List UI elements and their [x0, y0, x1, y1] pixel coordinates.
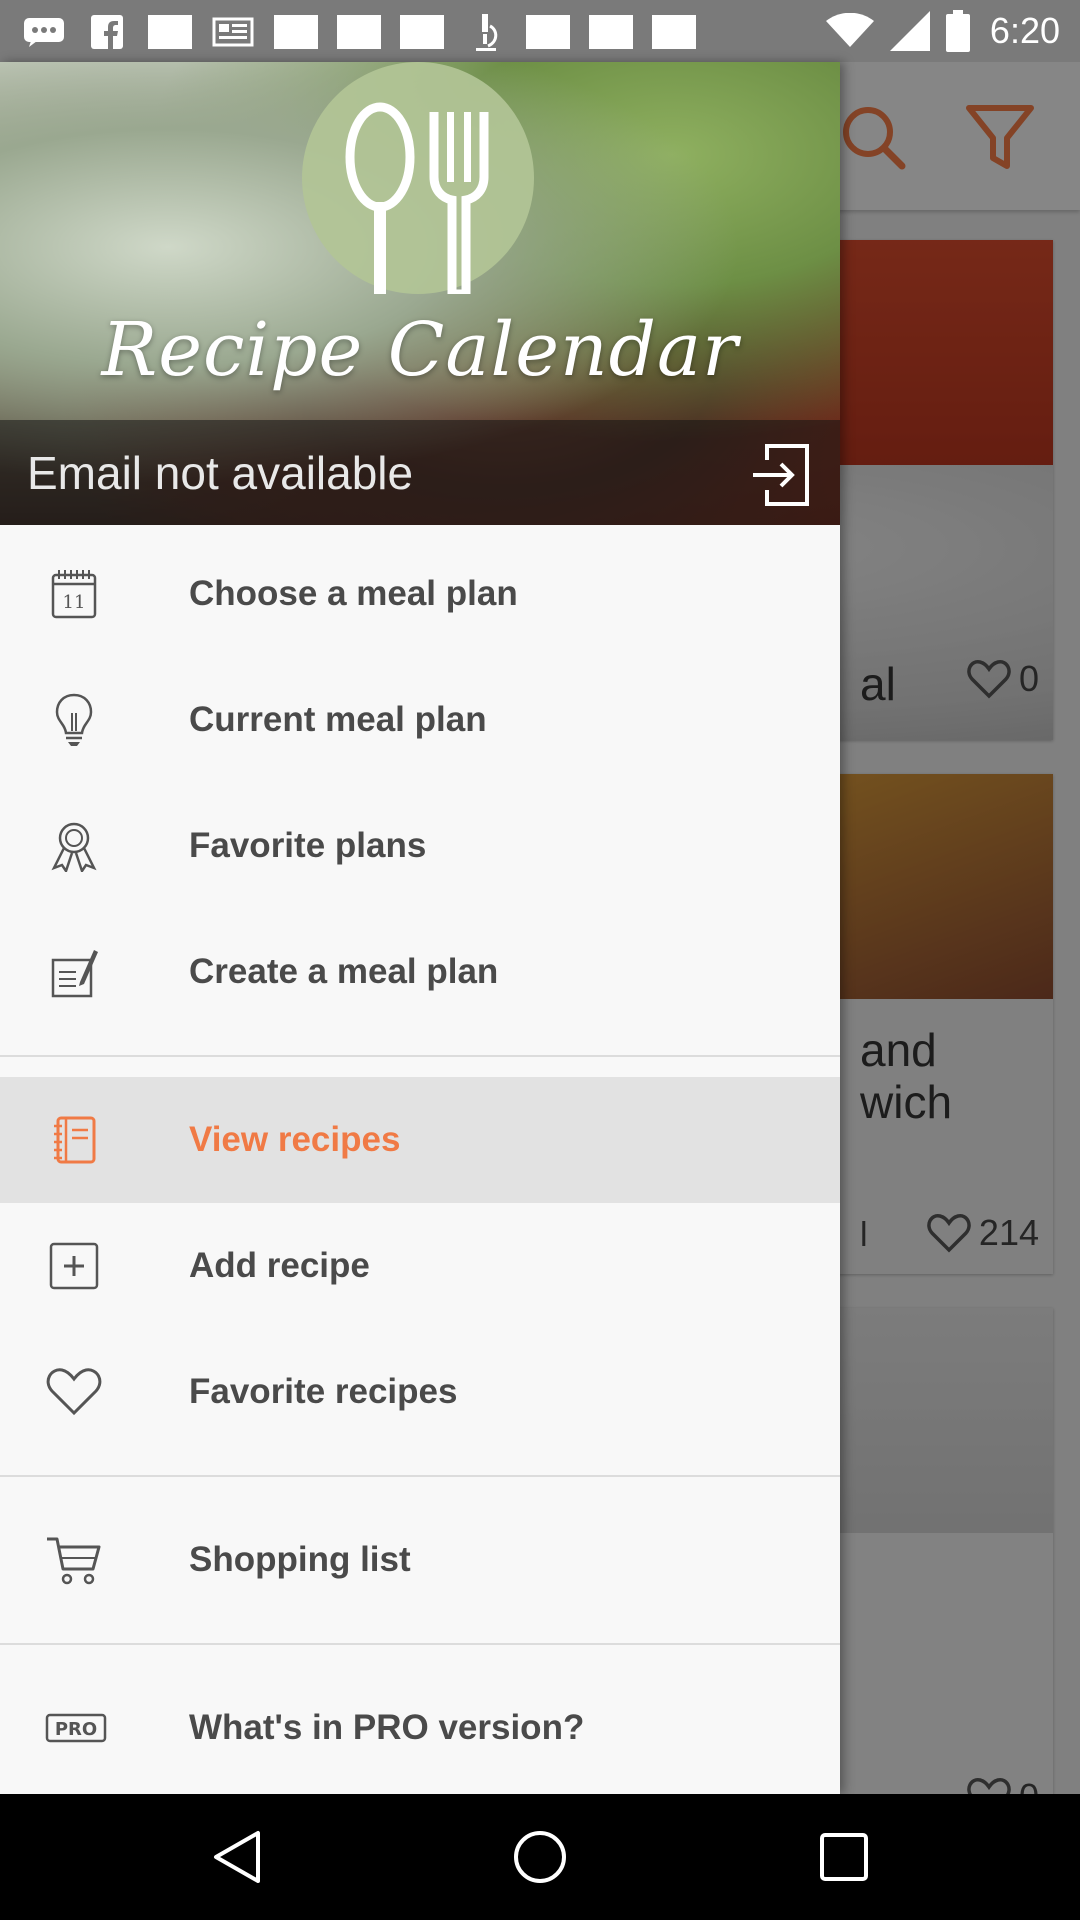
- menu-item-label: Favorite plans: [189, 826, 427, 865]
- news-icon: [211, 16, 255, 48]
- app-name: Recipe Calendar: [101, 307, 739, 393]
- heart-icon: [44, 1362, 104, 1422]
- menu-item-shopping-list[interactable]: Shopping list: [0, 1497, 840, 1623]
- menu-item-label: Favorite recipes: [189, 1372, 458, 1411]
- svg-text:PRO: PRO: [55, 1719, 97, 1740]
- menu-item-label: What's in PRO version?: [189, 1708, 585, 1747]
- wifi-icon: [825, 13, 874, 47]
- menu-item-label: Current meal plan: [189, 700, 487, 739]
- square-icon: [337, 15, 381, 49]
- edit-note-icon: [44, 942, 104, 1002]
- square-icon: [526, 15, 570, 49]
- square-icon: [589, 15, 633, 49]
- menu-item-view-recipes[interactable]: View recipes: [0, 1077, 840, 1203]
- lightbulb-icon: [44, 690, 104, 750]
- battery-icon: [945, 10, 970, 52]
- home-icon[interactable]: [510, 1827, 570, 1887]
- menu-item-favorite-recipes[interactable]: Favorite recipes: [0, 1329, 840, 1455]
- account-bar: Email not available: [0, 420, 840, 525]
- microscope-icon: [463, 14, 507, 51]
- account-email: Email not available: [27, 447, 414, 499]
- recipe-book-icon: [44, 1110, 104, 1170]
- calendar-icon: 11: [44, 564, 104, 624]
- square-icon: [400, 15, 444, 49]
- menu-item-current-meal-plan[interactable]: Current meal plan: [0, 657, 840, 783]
- chat-icon: [22, 16, 66, 48]
- login-icon[interactable]: [745, 442, 811, 508]
- menu-item-choose-meal-plan[interactable]: 11 Choose a meal plan: [0, 531, 840, 657]
- square-icon: [148, 15, 192, 49]
- menu-item-label: Create a meal plan: [189, 952, 499, 991]
- cart-icon: [44, 1530, 104, 1590]
- drawer-header: Recipe Calendar Email not available: [0, 62, 840, 525]
- square-icon: [652, 15, 696, 49]
- status-bar: 6:20: [0, 0, 1080, 62]
- status-icons: 6:20: [825, 8, 1060, 54]
- add-box-icon: [44, 1236, 104, 1296]
- svg-text:11: 11: [63, 592, 86, 613]
- spoon-fork-icon: [345, 102, 489, 299]
- system-navigation-bar: [0, 1794, 1080, 1920]
- menu-item-label: Shopping list: [189, 1540, 411, 1579]
- menu-item-add-recipe[interactable]: Add recipe: [0, 1203, 840, 1329]
- clock: 6:20: [989, 10, 1060, 51]
- recents-icon[interactable]: [814, 1827, 874, 1887]
- facebook-icon: [85, 15, 129, 49]
- menu-item-label: Add recipe: [189, 1246, 370, 1285]
- notification-icons: [22, 14, 715, 51]
- menu-item-pro-version[interactable]: PRO What's in PRO version?: [0, 1665, 840, 1791]
- square-icon: [274, 15, 318, 49]
- pro-badge-icon: PRO: [44, 1698, 108, 1758]
- menu-item-create-meal-plan[interactable]: Create a meal plan: [0, 909, 840, 1035]
- menu-item-label: View recipes: [189, 1120, 401, 1159]
- award-ribbon-icon: [44, 816, 104, 876]
- back-icon[interactable]: [206, 1827, 266, 1887]
- app-logo: [302, 62, 534, 299]
- navigation-drawer: Recipe Calendar Email not available 11 C…: [0, 62, 840, 1794]
- menu-item-favorite-plans[interactable]: Favorite plans: [0, 783, 840, 909]
- menu-item-label: Choose a meal plan: [189, 574, 518, 613]
- drawer-menu: 11 Choose a meal plan Current meal plan …: [0, 525, 840, 1791]
- signal-icon: [889, 11, 930, 51]
